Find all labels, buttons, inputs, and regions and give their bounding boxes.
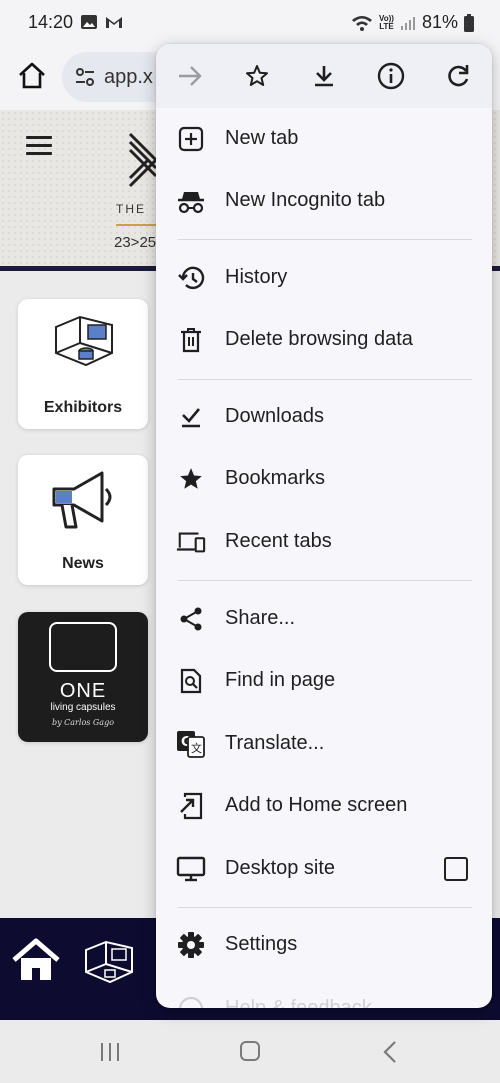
menu-divider xyxy=(178,239,472,240)
one-capsules-tile[interactable]: ONE living capsules by Carlos Gago xyxy=(18,612,148,742)
one-subtitle: living capsules xyxy=(50,702,116,713)
exhibitors-tile[interactable]: Exhibitors xyxy=(18,299,148,429)
bookmark-star-button[interactable] xyxy=(239,58,275,94)
menu-label-history: History xyxy=(225,266,288,288)
menu-action-row xyxy=(156,44,492,108)
signal-icon xyxy=(400,16,415,30)
menu-label-new-tab: New tab xyxy=(225,127,299,149)
menu-item-bookmarks[interactable]: Bookmarks xyxy=(156,448,492,510)
exhibitors-label: Exhibitors xyxy=(43,399,123,416)
menu-item-add-home[interactable]: Add to Home screen xyxy=(156,775,492,837)
menu-label-bookmarks: Bookmarks xyxy=(225,467,326,489)
browser-overflow-menu: New tab New Incognito tab History Delete… xyxy=(156,44,492,1008)
refresh-icon xyxy=(448,65,469,87)
recent-apps-icon[interactable] xyxy=(98,1042,122,1062)
news-label: News xyxy=(62,555,104,572)
gallery-notification-icon xyxy=(81,15,97,29)
forward-arrow-icon xyxy=(179,66,202,86)
home-icon[interactable] xyxy=(16,60,48,92)
gear-icon xyxy=(176,930,206,960)
menu-label-settings: Settings xyxy=(225,933,298,955)
status-time: 14:20 xyxy=(28,12,74,32)
menu-item-new-tab[interactable]: New tab xyxy=(156,108,492,170)
add-to-home-icon xyxy=(176,791,206,821)
menu-label-help: Help & feedback xyxy=(225,997,372,1008)
menu-label-translate: Translate... xyxy=(225,732,325,754)
menu-item-find[interactable]: Find in page xyxy=(156,650,492,712)
menu-item-settings[interactable]: Settings xyxy=(156,914,492,976)
battery-icon xyxy=(464,13,474,32)
info-icon xyxy=(377,62,405,90)
site-home-icon[interactable] xyxy=(12,938,60,982)
translate-icon: G文 xyxy=(176,729,206,759)
history-icon xyxy=(176,263,206,293)
menu-divider xyxy=(178,379,472,380)
new-tab-icon xyxy=(176,124,206,154)
menu-item-delete-data[interactable]: Delete browsing data xyxy=(156,309,492,371)
page-info-button[interactable] xyxy=(373,58,409,94)
back-icon[interactable] xyxy=(382,1040,398,1064)
forward-button[interactable] xyxy=(172,58,208,94)
download-icon xyxy=(315,66,333,87)
status-bar: 14:20 Vo)) LTE 81% xyxy=(0,0,500,46)
star-filled-icon xyxy=(176,464,206,494)
find-in-page-icon xyxy=(176,666,206,696)
menu-divider xyxy=(178,580,472,581)
desktop-icon xyxy=(176,854,206,884)
one-logo-frame xyxy=(49,622,117,672)
downloads-check-icon xyxy=(176,402,206,432)
menu-label-incognito: New Incognito tab xyxy=(225,189,386,211)
menu-divider xyxy=(178,907,472,908)
news-tile[interactable]: News xyxy=(18,455,148,585)
site-settings-icon[interactable] xyxy=(74,66,96,88)
download-button[interactable] xyxy=(306,58,342,94)
menu-label-downloads: Downloads xyxy=(225,405,324,427)
menu-label-desktop: Desktop site xyxy=(225,857,336,879)
android-nav-bar xyxy=(0,1020,500,1083)
status-right: Vo)) LTE 81% xyxy=(351,12,474,33)
menu-label-add-home: Add to Home screen xyxy=(225,794,408,816)
share-icon xyxy=(176,604,206,634)
one-signature: by Carlos Gago xyxy=(51,718,115,727)
hero-date: 23>25 xyxy=(114,234,157,251)
svg-text:文: 文 xyxy=(191,741,202,755)
megaphone-icon xyxy=(52,471,112,529)
menu-item-recent-tabs[interactable]: Recent tabs xyxy=(156,511,492,573)
menu-item-share[interactable]: Share... xyxy=(156,588,492,650)
menu-label-find: Find in page xyxy=(225,669,336,691)
menu-item-incognito[interactable]: New Incognito tab xyxy=(156,170,492,232)
desktop-site-checkbox[interactable] xyxy=(444,857,468,881)
event-logo-icon xyxy=(128,132,158,188)
hero-title: THE xyxy=(116,202,146,216)
star-outline-icon xyxy=(246,65,268,86)
one-logo-text: ONE xyxy=(59,680,107,702)
menu-item-history[interactable]: History xyxy=(156,247,492,309)
trash-icon xyxy=(176,325,206,355)
reload-button[interactable] xyxy=(440,58,476,94)
battery-percent: 81% xyxy=(421,12,458,32)
lte-bottom: LTE xyxy=(379,21,394,31)
menu-label-recent-tabs: Recent tabs xyxy=(225,530,332,552)
menu-label-delete-data: Delete browsing data xyxy=(225,328,413,350)
hamburger-menu-icon[interactable] xyxy=(26,136,52,155)
help-icon xyxy=(176,994,206,1008)
url-text: app.x xyxy=(104,66,153,88)
menu-item-desktop-site[interactable]: Desktop site xyxy=(156,838,492,900)
incognito-icon xyxy=(176,186,206,216)
menu-label-share: Share... xyxy=(225,607,296,629)
menu-item-downloads[interactable]: Downloads xyxy=(156,386,492,448)
devices-icon xyxy=(176,527,206,557)
lte-indicator: Vo)) LTE xyxy=(379,14,394,31)
notification-icons xyxy=(80,13,124,31)
menu-item-translate[interactable]: G文 Translate... xyxy=(156,713,492,775)
site-exhibitors-icon[interactable] xyxy=(82,938,136,988)
android-home-icon[interactable] xyxy=(240,1041,260,1061)
booth-icon xyxy=(55,315,113,367)
hero-divider xyxy=(116,224,156,226)
menu-item-help[interactable]: Help & feedback xyxy=(156,978,492,1008)
gmail-notification-icon xyxy=(106,17,122,28)
wifi-icon xyxy=(352,15,372,31)
